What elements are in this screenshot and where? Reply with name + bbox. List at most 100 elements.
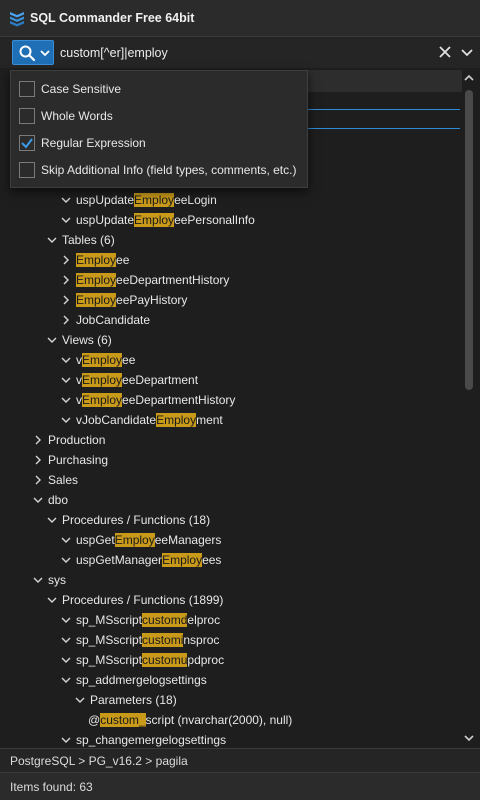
chevron-down-icon[interactable] <box>60 554 72 566</box>
option-checkbox[interactable] <box>19 162 35 178</box>
chevron-down-icon[interactable] <box>32 494 44 506</box>
chevron-right-icon[interactable] <box>32 434 44 446</box>
status-bar: Items found: 63 <box>0 772 480 800</box>
search-bar <box>0 36 480 68</box>
search-option[interactable]: Regular Expression <box>19 133 146 153</box>
option-checkbox[interactable] <box>19 108 35 124</box>
label-text: Parameters (18) <box>90 693 177 707</box>
chevron-down-icon[interactable] <box>60 534 72 546</box>
label-text: sp_changemergelogsettings <box>76 733 227 747</box>
tree-node[interactable]: @custom_script (nvarchar(2000), null) <box>88 710 292 730</box>
match-highlight: Employ <box>134 213 175 227</box>
match-highlight: Employ <box>82 353 123 367</box>
search-options-button[interactable] <box>12 40 54 65</box>
tree-node[interactable]: sp_MSscriptcustominsproc <box>60 630 219 650</box>
label-text: ee <box>122 353 136 367</box>
chevron-right-icon[interactable] <box>32 474 44 486</box>
tree-node[interactable]: Views (6) <box>46 330 112 350</box>
tree-node[interactable]: Purchasing <box>32 450 108 470</box>
expand-icon[interactable] <box>460 45 474 59</box>
label-text: dbo <box>48 493 69 507</box>
search-options-menu: Case Sensitive Whole Words Regular Express… <box>10 70 308 188</box>
scroll-down-icon[interactable] <box>463 732 475 744</box>
tree-scrollbar[interactable] <box>462 70 476 748</box>
chevron-down-icon[interactable] <box>60 414 72 426</box>
tree-node[interactable]: Procedures / Functions (1899) <box>46 590 223 610</box>
chevron-down-icon[interactable] <box>32 574 44 586</box>
label-text: ee <box>116 253 130 267</box>
chevron-down-icon[interactable] <box>60 734 72 746</box>
tree-node[interactable]: EmployeeDepartmentHistory <box>60 270 229 290</box>
chevron-down-icon[interactable] <box>60 654 72 666</box>
tree-node[interactable]: Procedures / Functions (18) <box>46 510 210 530</box>
tree-node[interactable]: vEmployee <box>60 350 135 370</box>
search-option[interactable]: Case Sensitive <box>19 79 121 99</box>
tree-node[interactable]: dbo <box>32 490 68 510</box>
chevron-down-icon[interactable] <box>60 674 72 686</box>
tree-node[interactable]: sp_MSscriptcustomupdproc <box>60 650 224 670</box>
chevron-right-icon[interactable] <box>32 454 44 466</box>
match-highlight: customd <box>142 613 188 627</box>
tree-node[interactable]: Tables (6) <box>46 230 115 250</box>
label-text: eePayHistory <box>116 293 188 307</box>
search-option[interactable]: Whole Words <box>19 106 113 126</box>
tree-node[interactable]: uspGetManagerEmployees <box>60 550 221 570</box>
tree-node[interactable]: vEmployeeDepartment <box>60 370 198 390</box>
match-highlight: Employ <box>82 373 123 387</box>
chevron-down-icon[interactable] <box>60 214 72 226</box>
tree-node[interactable]: Sales <box>32 470 78 490</box>
label-text: Purchasing <box>48 453 109 467</box>
items-found-text: Items found: 63 <box>10 779 93 794</box>
tree-node[interactable]: sys <box>32 570 66 590</box>
chevron-down-icon[interactable] <box>60 194 72 206</box>
tree-node-label: vJobCandidateEmployment <box>76 413 223 427</box>
search-input[interactable] <box>60 42 430 64</box>
tree-node[interactable]: sp_MSscriptcustomdelproc <box>60 610 220 630</box>
chevron-down-icon[interactable] <box>46 514 58 526</box>
tree-node[interactable]: Production <box>32 430 105 450</box>
chevron-down-icon[interactable] <box>60 394 72 406</box>
option-checkbox[interactable] <box>19 81 35 97</box>
chevron-down-icon[interactable] <box>74 694 86 706</box>
match-highlight: Employ <box>76 253 117 267</box>
tree-node-label: Employee <box>76 253 129 267</box>
chevron-down-icon[interactable] <box>60 634 72 646</box>
clear-search-icon[interactable] <box>438 45 452 59</box>
title-bar: SQL Commander Free 64bit <box>0 0 480 36</box>
tree-node[interactable]: Employee <box>60 250 129 270</box>
chevron-down-icon[interactable] <box>46 234 58 246</box>
chevron-down-icon[interactable] <box>60 614 72 626</box>
tree-node-label: Views (6) <box>62 333 112 347</box>
chevron-down-icon[interactable] <box>46 594 58 606</box>
tree-node-label: uspUpdateEmployeeLogin <box>76 193 217 207</box>
tree-node[interactable]: Parameters (18) <box>74 690 177 710</box>
tree-node[interactable]: EmployeePayHistory <box>60 290 187 310</box>
tree-node[interactable]: vEmployeeDepartmentHistory <box>60 390 235 410</box>
label-text: vJobCandidate <box>76 413 157 427</box>
chevron-right-icon[interactable] <box>60 254 72 266</box>
option-label: Regular Expression <box>41 136 146 150</box>
tree-node[interactable]: uspGetEmployeeManagers <box>60 530 221 550</box>
tree-node-label: Procedures / Functions (18) <box>62 513 210 527</box>
scrollbar-thumb[interactable] <box>465 90 473 390</box>
chevron-down-icon[interactable] <box>60 374 72 386</box>
chevron-right-icon[interactable] <box>60 294 72 306</box>
tree-node[interactable]: JobCandidate <box>60 310 150 330</box>
chevron-right-icon[interactable] <box>60 314 72 326</box>
tree-node[interactable]: sp_addmergelogsettings <box>60 670 207 690</box>
option-checkbox[interactable] <box>19 135 35 151</box>
connection-path-text: PostgreSQL > PG_v16.2 > pagila <box>10 753 188 768</box>
search-option[interactable]: Skip Additional Info (field types, comme… <box>19 160 296 180</box>
tree-node[interactable]: uspUpdateEmployeeLogin <box>60 190 217 210</box>
label-text: @ <box>88 713 101 727</box>
tree-node[interactable]: sp_changemergelogsettings <box>60 730 226 748</box>
chevron-down-icon[interactable] <box>46 334 58 346</box>
label-text: nsproc <box>183 633 220 647</box>
scroll-up-icon[interactable] <box>463 72 475 84</box>
match-highlight: Employ <box>76 273 117 287</box>
tree-node[interactable]: uspUpdateEmployeePersonalInfo <box>60 210 255 230</box>
chevron-right-icon[interactable] <box>60 274 72 286</box>
label-text: eeDepartmentHistory <box>116 273 230 287</box>
chevron-down-icon[interactable] <box>60 354 72 366</box>
tree-node[interactable]: vJobCandidateEmployment <box>60 410 223 430</box>
